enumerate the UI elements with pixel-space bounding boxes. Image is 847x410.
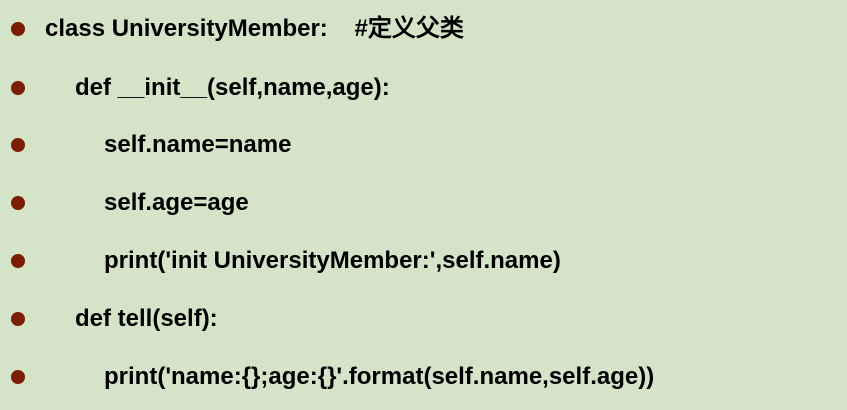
bullet-icon <box>11 22 25 36</box>
code-text: self.age=age <box>104 189 249 216</box>
code-slide: class UniversityMember: #定义父类 def __init… <box>0 0 847 410</box>
code-text: self.name=name <box>104 131 292 158</box>
code-line-assign-name: self.name=name <box>0 125 847 165</box>
code-text: def tell(self): <box>75 305 218 332</box>
code-text: class UniversityMember: #定义父类 <box>45 15 464 42</box>
code-line-print-init: print('init UniversityMember:',self.name… <box>0 241 847 281</box>
bullet-icon <box>11 370 25 384</box>
code-text: print('init UniversityMember:',self.name… <box>104 247 561 274</box>
code-text: print('name:{};age:{}'.format(self.name,… <box>104 363 655 390</box>
bullet-icon <box>11 254 25 268</box>
bullet-icon <box>11 138 25 152</box>
code-line-print-format: print('name:{};age:{}'.format(self.name,… <box>0 357 847 397</box>
bullet-icon <box>11 81 25 95</box>
code-line-assign-age: self.age=age <box>0 183 847 223</box>
code-line-class-definition: class UniversityMember: #定义父类 <box>0 9 847 49</box>
bullet-icon <box>11 196 25 210</box>
code-line-tell-definition: def tell(self): <box>0 299 847 339</box>
code-line-init-definition: def __init__(self,name,age): <box>0 68 847 108</box>
code-text: def __init__(self,name,age): <box>75 74 390 101</box>
bullet-icon <box>11 312 25 326</box>
